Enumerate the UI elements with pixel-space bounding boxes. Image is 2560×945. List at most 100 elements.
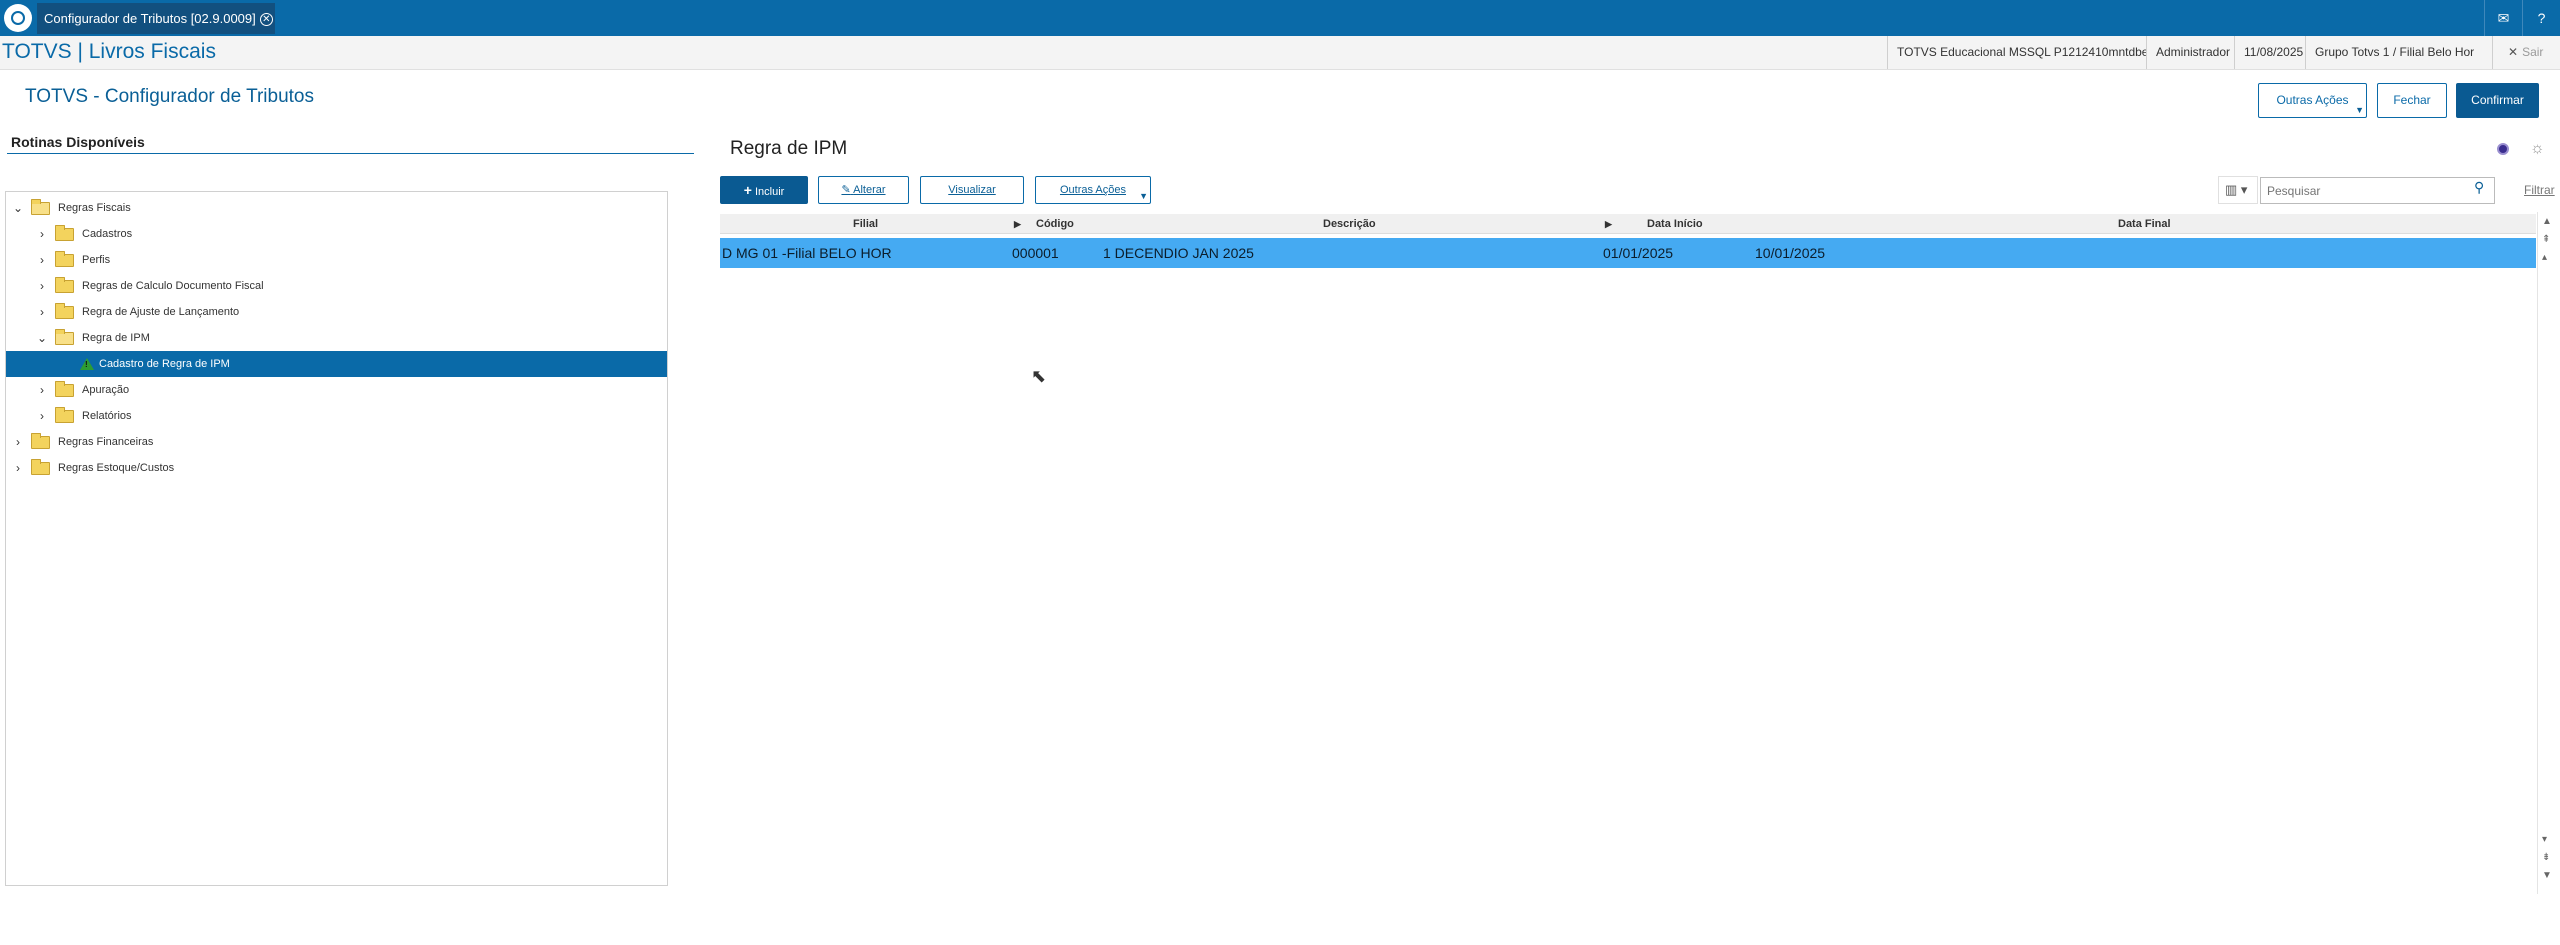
other-actions-button[interactable]: Outras Ações ▼ [2258, 83, 2367, 118]
pencil-icon: ✎ [841, 184, 851, 196]
tree-folder[interactable]: › Regras Estoque/Custos [6, 455, 667, 481]
include-label: Incluir [754, 186, 785, 198]
app-tab-label: Configurador de Tributos [02.9.0009] [44, 11, 256, 26]
column-header-data-inicio[interactable]: Data Início [1647, 214, 1703, 234]
scroll-down-icon[interactable]: ▼ [2542, 870, 2552, 882]
dropdown-icon: ▼ [2355, 105, 2364, 115]
view-button[interactable]: Visualizar [920, 176, 1024, 204]
user-label: Administrador [2146, 36, 2240, 69]
section-title: Regra de IPM [730, 138, 848, 159]
tree-folder[interactable]: › Relatórios [6, 403, 667, 429]
search-input[interactable] [2260, 177, 2495, 204]
columns-icon[interactable]: ▥ ▾ [2218, 176, 2258, 204]
mail-icon[interactable]: ✉ [2484, 0, 2522, 36]
folder-icon [55, 225, 74, 241]
tree-folder[interactable]: › Cadastros [6, 221, 667, 247]
chevron-right-icon[interactable]: › [36, 377, 48, 403]
help-icon[interactable]: ? [2522, 0, 2560, 36]
other-actions-label: Outras Ações [2276, 93, 2349, 107]
filter-link[interactable]: Filtrar [2524, 183, 2555, 197]
cell-data-inicio: 01/01/2025 [1603, 245, 1674, 261]
folder-icon [55, 277, 74, 293]
tree-label: Regra de Ajuste de Lançamento [82, 306, 240, 318]
chevron-down-icon[interactable]: ⌄ [36, 325, 48, 351]
scroll-up-icon[interactable]: ▲ [2542, 216, 2552, 228]
status-dot-icon[interactable] [2497, 143, 2509, 155]
top-bar: Configurador de Tributos [02.9.0009] ✕ ✉ … [0, 0, 2560, 36]
date-label: 11/08/2025 [2234, 36, 2313, 69]
table-row[interactable]: D MG 01 -Filial BELO HOR 000001 1 DECEND… [720, 238, 2536, 268]
tree-label: Perfis [82, 254, 111, 266]
folder-icon [31, 459, 50, 475]
folder-icon [31, 433, 50, 449]
chevron-down-icon[interactable]: ⌄ [12, 195, 24, 221]
scroll-top-icon[interactable]: ▴ [2542, 252, 2547, 264]
tree-label: Regras Estoque/Custos [58, 462, 175, 474]
chevron-right-icon[interactable]: › [36, 273, 48, 299]
column-header-codigo[interactable]: Código [1036, 214, 1074, 234]
cell-data-final: 10/01/2025 [1755, 245, 1826, 261]
scroll-page-up-icon[interactable]: ⇞ [2542, 234, 2550, 246]
dropdown-icon: ▼ [1139, 191, 1148, 201]
tree-label: Cadastros [82, 228, 133, 240]
edit-label: Alterar [853, 184, 886, 196]
tree-label: Relatórios [82, 410, 132, 422]
chevron-right-icon[interactable]: › [36, 403, 48, 429]
search-icon[interactable]: ⚲ [2474, 179, 2494, 201]
scroll-bottom-icon[interactable]: ▾ [2542, 834, 2547, 846]
grid-header: Filial ▶ Código Descrição ▶ Data Início … [720, 214, 2536, 234]
tree-label: Regra de IPM [82, 332, 150, 344]
chevron-right-icon[interactable]: › [12, 429, 24, 455]
tree-label: Regras Financeiras [58, 436, 154, 448]
grid-scrollbar[interactable]: ▲ ⇞ ▴ ▾ ⇟ ▼ [2537, 212, 2557, 894]
folder-icon [55, 251, 74, 267]
other-actions-grid-button[interactable]: Outras Ações ▼ [1035, 176, 1151, 204]
routines-tree: ⌄ Regras Fiscais › Cadastros › Perfis › Regras … [5, 191, 668, 886]
close-button[interactable]: Fechar [2377, 83, 2447, 118]
tree-label: Regras de Calculo Documento Fiscal [82, 280, 264, 292]
tree-folder[interactable]: ⌄ Regras Fiscais [6, 195, 667, 221]
totvs-logo-icon[interactable] [4, 4, 32, 32]
tree-folder[interactable]: › Regras de Calculo Documento Fiscal [6, 273, 667, 299]
column-sort-icon[interactable]: ▶ [1605, 214, 1612, 234]
open-folder-icon [55, 329, 74, 345]
tree-label: Apuração [82, 384, 130, 396]
folder-icon [55, 303, 74, 319]
tree-item[interactable]: Cadastro de Regra de IPM [6, 351, 667, 377]
environment-label: TOTVS Educacional MSSQL P1212410mntdbexp [1887, 36, 2171, 69]
scroll-page-down-icon[interactable]: ⇟ [2542, 852, 2550, 864]
folder-icon [55, 381, 74, 397]
chevron-right-icon[interactable]: › [36, 299, 48, 325]
divider [7, 153, 694, 154]
confirm-button[interactable]: Confirmar [2456, 83, 2539, 118]
cell-filial: D MG 01 -Filial BELO HOR [722, 245, 892, 261]
include-button[interactable]: + Incluir [720, 176, 808, 204]
open-folder-icon [31, 199, 50, 215]
exit-button[interactable]: ✕ Sair [2492, 36, 2560, 69]
column-header-data-final[interactable]: Data Final [2118, 214, 2171, 234]
tree-folder[interactable]: › Regras Financeiras [6, 429, 667, 455]
tree-folder[interactable]: › Perfis [6, 247, 667, 273]
tree-label: Cadastro de Regra de IPM [99, 358, 230, 370]
routines-title: Rotinas Disponíveis [11, 134, 145, 150]
close-icon: ✕ [2508, 45, 2519, 59]
plus-icon: + [743, 182, 752, 198]
exit-label: Sair [2522, 45, 2544, 59]
tree-folder[interactable]: ⌄ Regra de IPM [6, 325, 667, 351]
tree-folder[interactable]: › Regra de Ajuste de Lançamento [6, 299, 667, 325]
column-header-filial[interactable]: Filial [853, 214, 878, 234]
cell-descricao: 1 DECENDIO JAN 2025 [1103, 245, 1254, 261]
tree-folder[interactable]: › Apuração [6, 377, 667, 403]
app-tab[interactable]: Configurador de Tributos [02.9.0009] ✕ [37, 3, 275, 34]
page-title: TOTVS - Configurador de Tributos [25, 86, 314, 107]
brand-title: TOTVS | Livros Fiscais [2, 40, 216, 63]
chevron-right-icon[interactable]: › [36, 247, 48, 273]
close-tab-icon[interactable]: ✕ [259, 13, 273, 26]
column-sort-icon[interactable]: ▶ [1014, 214, 1021, 234]
chevron-right-icon[interactable]: › [36, 221, 48, 247]
other-actions-grid-label: Outras Ações [1059, 184, 1127, 196]
chevron-right-icon[interactable]: › [12, 455, 24, 481]
edit-button[interactable]: ✎ Alterar [818, 176, 909, 204]
column-header-descricao[interactable]: Descrição [1323, 214, 1376, 234]
gear-icon[interactable]: ☼ [2530, 140, 2545, 158]
